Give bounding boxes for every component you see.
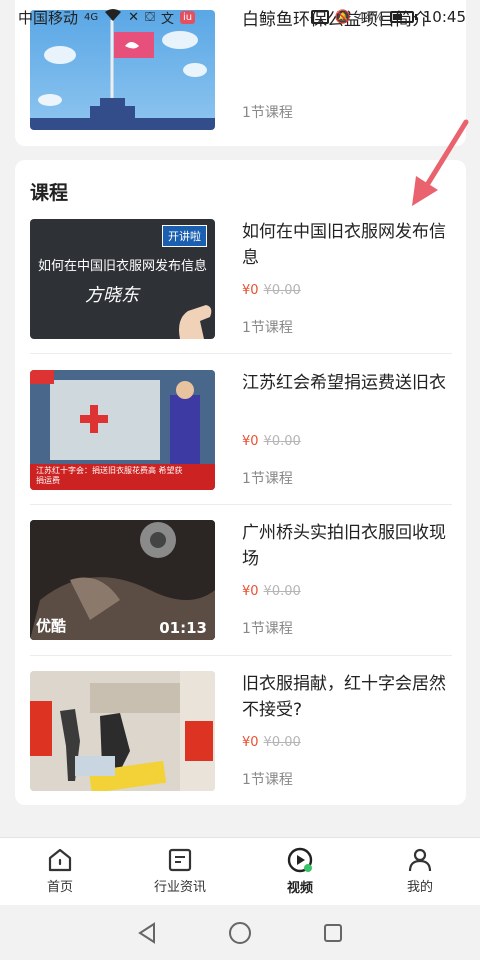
course-title: 如何在中国旧衣服网发布信息	[242, 222, 446, 268]
system-nav-bar	[0, 905, 480, 960]
video-play-icon	[287, 847, 313, 873]
news-icon	[168, 848, 192, 872]
nfc-icon	[310, 10, 329, 24]
course-list-card: 课程 开讲啦 如何在中国旧衣服网发布信息 方晓东 如何在中国旧衣服网发布信息 ¥…	[15, 160, 466, 805]
clock: 10:45	[422, 8, 466, 26]
profile-icon	[408, 848, 432, 872]
price-original: ¥0.00	[263, 283, 301, 298]
course-price: ¥0 ¥0.00	[242, 434, 301, 449]
divider	[30, 504, 452, 505]
price-current: ¥0	[242, 283, 259, 298]
lesson-count: 1节课程	[242, 772, 293, 788]
network-type: 4G	[84, 11, 99, 23]
system-recents-button[interactable]	[313, 913, 353, 953]
video-logo: 优酷	[36, 617, 67, 635]
battery-icon	[389, 11, 417, 23]
back-triangle-icon	[137, 921, 155, 944]
divider	[30, 655, 452, 656]
home-icon	[48, 848, 72, 872]
lesson-count: 1节课程	[242, 105, 293, 121]
status-bar: 中国移动 4G ✕ ⛋ 文 iu 🔕 44% 10:45	[0, 0, 480, 34]
wifi-icon	[104, 8, 122, 26]
video-duration: 01:13	[159, 619, 207, 637]
annotation-arrow-icon	[412, 119, 469, 206]
nav-item-video[interactable]: 视频	[240, 838, 360, 905]
course-title: 广州桥头实拍旧衣服回收现场	[242, 523, 446, 569]
price-original: ¥0.00	[263, 735, 301, 750]
nav-label-video: 视频	[286, 881, 313, 896]
course-price: ¥0 ¥0.00	[242, 584, 301, 599]
nav-item-news[interactable]: 行业资讯	[120, 838, 240, 905]
lesson-count: 1节课程	[242, 320, 293, 336]
thumb-signature: 方晓东	[85, 285, 139, 306]
price-current: ¥0	[242, 735, 259, 750]
price-current: ¥0	[242, 434, 259, 449]
course-thumbnail: 江苏红十字会：捐送旧衣服花费高 希望获捐运费	[30, 370, 215, 490]
system-back-button[interactable]	[127, 913, 167, 953]
mute-icon: 🔕	[334, 9, 352, 25]
carrier-text: 中国移动	[18, 8, 79, 27]
thumb-caption: 如何在中国旧衣服网发布信息	[37, 259, 207, 274]
app-badge-icon: iu	[179, 10, 196, 24]
course-item[interactable]: 开讲啦 如何在中国旧衣服网发布信息 方晓东 如何在中国旧衣服网发布信息 ¥0 ¥0…	[30, 219, 452, 339]
nav-item-profile[interactable]: 我的	[360, 838, 480, 905]
nav-label-profile: 我的	[406, 880, 433, 895]
course-item[interactable]: 优酷 01:13 广州桥头实拍旧衣服回收现场 ¥0 ¥0.00 1节课程	[30, 520, 452, 640]
lesson-count: 1节课程	[242, 621, 293, 637]
bottom-nav: 首页 行业资讯 视频 我的	[0, 837, 480, 905]
nav-item-home[interactable]: 首页	[0, 838, 120, 905]
course-thumbnail: 开讲啦 如何在中国旧衣服网发布信息 方晓东	[30, 219, 215, 339]
battery-percent: 44%	[357, 10, 384, 24]
course-item[interactable]: 江苏红十字会：捐送旧衣服花费高 希望获捐运费 江苏红会希望捐运费送旧衣 ¥0 ¥0…	[30, 370, 452, 490]
course-price: ¥0 ¥0.00	[242, 735, 301, 750]
price-original: ¥0.00	[263, 434, 301, 449]
nav-label-news: 行业资讯	[153, 880, 206, 895]
divider	[30, 353, 452, 354]
price-original: ¥0.00	[263, 584, 301, 599]
recents-square-icon	[324, 923, 343, 942]
price-current: ¥0	[242, 584, 259, 599]
course-thumbnail	[30, 671, 215, 791]
course-title: 旧衣服捐献，红十字会居然不接受?	[242, 674, 446, 720]
message-icon: 文	[160, 11, 174, 27]
home-circle-icon	[228, 921, 251, 944]
badge-label: 开讲啦	[162, 225, 207, 247]
section-title: 课程	[30, 182, 69, 204]
course-title: 江苏红会希望捐运费送旧衣	[242, 373, 446, 393]
course-item[interactable]: 旧衣服捐献，红十字会居然不接受? ¥0 ¥0.00 1节课程	[30, 671, 452, 791]
course-price: ¥0 ¥0.00	[242, 283, 301, 298]
screenshot-icon: ⛋	[145, 9, 155, 25]
nav-label-home: 首页	[46, 880, 73, 895]
notification-icon: ✕	[128, 9, 140, 25]
course-thumbnail: 优酷 01:13	[30, 520, 215, 640]
thumb-caption: 江苏红十字会：捐送旧衣服花费高 希望获捐运费	[36, 466, 183, 485]
system-home-button[interactable]	[220, 913, 260, 953]
lesson-count: 1节课程	[242, 471, 293, 487]
